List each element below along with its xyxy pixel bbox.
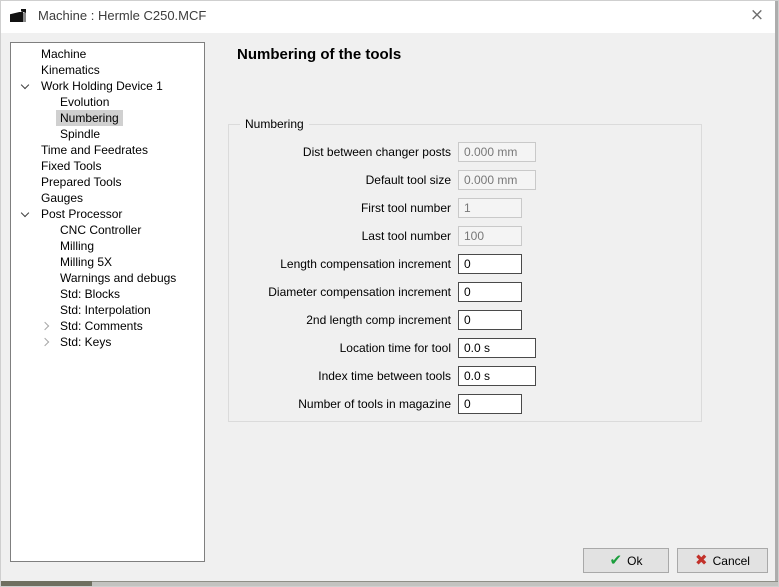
tree-item-milling-5x[interactable]: Milling 5X (11, 254, 204, 270)
tree-item-fixed-tools[interactable]: Fixed Tools (11, 158, 204, 174)
tree-item-label: Prepared Tools (37, 174, 126, 190)
chevron-down-icon[interactable] (21, 81, 29, 89)
field-input-last-tool-number (458, 226, 522, 246)
field-input-diameter-compensation-increment[interactable] (458, 282, 522, 302)
chevron-down-icon[interactable] (21, 209, 29, 217)
tree-item-gauges[interactable]: Gauges (11, 190, 204, 206)
chevron-right-icon[interactable] (41, 338, 49, 346)
field-input-index-time-between-tools[interactable] (458, 366, 536, 386)
field-input-length-compensation-increment[interactable] (458, 254, 522, 274)
field-label: Dist between changer posts (229, 145, 451, 159)
field-label: Default tool size (229, 173, 451, 187)
tree-item-label: Numbering (56, 110, 123, 126)
field-input-number-of-tools-in-magazine[interactable] (458, 394, 522, 414)
tree-item-cnc-controller[interactable]: CNC Controller (11, 222, 204, 238)
tree-item-label: Time and Feedrates (37, 142, 152, 158)
field-row: Diameter compensation increment (229, 282, 701, 302)
tree-item-label: CNC Controller (56, 222, 145, 238)
tree-item-label: Std: Comments (56, 318, 147, 334)
tree-item-std-interpolation[interactable]: Std: Interpolation (11, 302, 204, 318)
field-label: Index time between tools (229, 369, 451, 383)
title-bar: Machine : Hermle C250.MCF × (0, 0, 779, 33)
tree-item-kinematics[interactable]: Kinematics (11, 62, 204, 78)
tree-item-label: Machine (37, 46, 90, 62)
tree-item-work-holding-device-1[interactable]: Work Holding Device 1 (11, 78, 204, 94)
tree-item-prepared-tools[interactable]: Prepared Tools (11, 174, 204, 190)
tree-item-label: Gauges (37, 190, 87, 206)
field-label: Length compensation increment (229, 257, 451, 271)
tree-item-label: Spindle (56, 126, 104, 142)
tree-item-label: Std: Blocks (56, 286, 124, 302)
field-label: Location time for tool (229, 341, 451, 355)
tree-item-label: Evolution (56, 94, 113, 110)
field-label: Number of tools in magazine (229, 397, 451, 411)
tree-item-milling[interactable]: Milling (11, 238, 204, 254)
tree-item-std-keys[interactable]: Std: Keys (11, 334, 204, 350)
field-row: Index time between tools (229, 366, 701, 386)
field-row: 2nd length comp increment (229, 310, 701, 330)
check-icon: ✔ (610, 553, 623, 568)
tree-item-machine[interactable]: Machine (11, 46, 204, 62)
tree-item-label: Kinematics (37, 62, 104, 78)
tree-item-spindle[interactable]: Spindle (11, 126, 204, 142)
field-input-2nd-length-comp-increment[interactable] (458, 310, 522, 330)
cancel-button[interactable]: ✖ Cancel (677, 548, 768, 573)
chevron-right-icon[interactable] (41, 322, 49, 330)
tree-item-label: Milling (56, 238, 98, 254)
window-right-edge (775, 0, 779, 587)
field-row: Location time for tool (229, 338, 701, 358)
tree-item-std-blocks[interactable]: Std: Blocks (11, 286, 204, 302)
field-input-location-time-for-tool[interactable] (458, 338, 536, 358)
field-row: Dist between changer posts (229, 142, 701, 162)
navigation-tree: MachineKinematicsWork Holding Device 1Ev… (10, 42, 205, 562)
close-icon[interactable]: × (743, 2, 771, 28)
field-input-dist-between-changer-posts (458, 142, 536, 162)
field-row: Last tool number (229, 226, 701, 246)
field-label: Last tool number (229, 229, 451, 243)
fields-container: Dist between changer posts Default tool s… (229, 125, 701, 414)
cancel-button-label: Cancel (713, 554, 750, 568)
field-row: First tool number (229, 198, 701, 218)
machine-icon (9, 9, 27, 24)
window-title: Machine : Hermle C250.MCF (38, 8, 206, 23)
screen-bottom-edge (0, 581, 779, 587)
field-label: 2nd length comp increment (229, 313, 451, 327)
field-input-default-tool-size (458, 170, 536, 190)
ok-button-label: Ok (627, 554, 642, 568)
tree-item-warnings-and-debugs[interactable]: Warnings and debugs (11, 270, 204, 286)
tree-item-std-comments[interactable]: Std: Comments (11, 318, 204, 334)
tree-item-numbering[interactable]: Numbering (11, 110, 204, 126)
tree-item-label: Fixed Tools (37, 158, 105, 174)
field-row: Number of tools in magazine (229, 394, 701, 414)
tree-item-label: Milling 5X (56, 254, 116, 270)
tree-item-label: Work Holding Device 1 (37, 78, 167, 94)
field-label: First tool number (229, 201, 451, 215)
tree-item-label: Post Processor (37, 206, 126, 222)
tree-item-post-processor[interactable]: Post Processor (11, 206, 204, 222)
numbering-groupbox: Numbering Dist between changer postsDefa… (228, 124, 702, 422)
tree-item-time-and-feedrates[interactable]: Time and Feedrates (11, 142, 204, 158)
field-label: Diameter compensation increment (229, 285, 451, 299)
field-row: Length compensation increment (229, 254, 701, 274)
field-input-first-tool-number (458, 198, 522, 218)
groupbox-legend: Numbering (240, 117, 309, 131)
tree-item-label: Std: Keys (56, 334, 115, 350)
ok-button[interactable]: ✔ Ok (583, 548, 669, 573)
field-row: Default tool size (229, 170, 701, 190)
page-title: Numbering of the tools (237, 46, 401, 63)
tree-item-label: Warnings and debugs (56, 270, 180, 286)
tree-item-evolution[interactable]: Evolution (11, 94, 204, 110)
tree-item-label: Std: Interpolation (56, 302, 155, 318)
screen-bottom-edge-left (0, 581, 92, 587)
cross-icon: ✖ (695, 553, 708, 568)
